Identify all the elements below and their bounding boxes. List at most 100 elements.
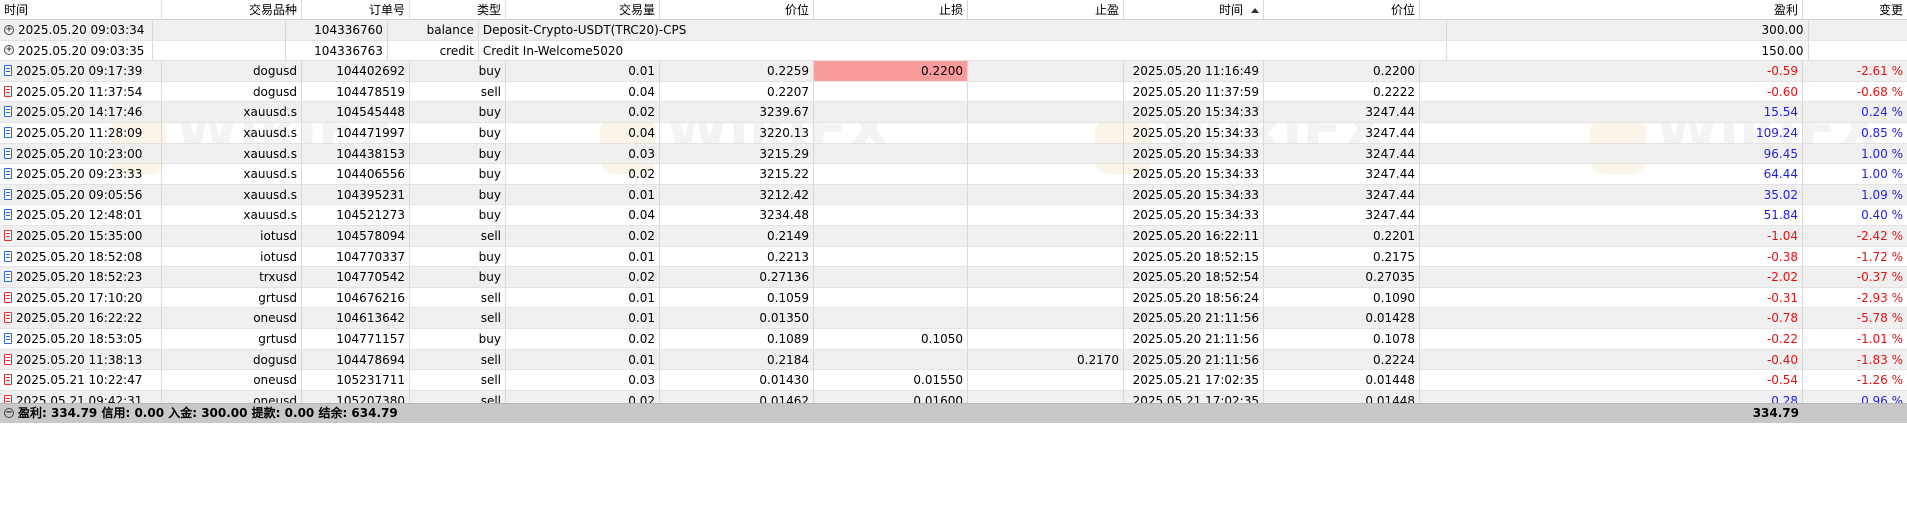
cell-type: buy (410, 143, 506, 164)
cell-volume: 0.01 (506, 308, 660, 328)
column-header-stop-loss[interactable]: 止损 (814, 0, 968, 19)
table-row[interactable]: 2025.05.20 09:17:39 dogusd 104402692 buy 0.0… (0, 61, 1907, 82)
table-row[interactable]: 2025.05.20 14:17:46 xauusd.s 104545448 buy 0… (0, 102, 1907, 123)
cell-symbol (153, 40, 286, 61)
cell-close-time: 2025.05.21 17:02:35 (1124, 370, 1264, 390)
cell-stop-loss (814, 246, 968, 267)
cell-stop-loss: 0.1050 (814, 328, 968, 349)
cell-type: sell (410, 308, 506, 328)
sell-document-icon (4, 85, 12, 97)
table-row[interactable]: 2025.05.21 10:22:47 oneusd 105231711 sell 0.… (0, 370, 1907, 391)
cell-close-time: 2025.05.20 18:56:24 (1124, 287, 1264, 308)
cell-close-price: 3247.44 (1264, 122, 1420, 143)
table-row[interactable]: 2025.05.20 11:38:13 dogusd 104478694 sell 0.… (0, 349, 1907, 371)
table-row[interactable]: 2025.05.20 09:23:33 xauusd.s 104406556 buy 0… (0, 164, 1907, 185)
cell-open-price: 0.2207 (660, 81, 814, 102)
cell-change: -5.78 % (1856, 311, 1903, 326)
cell-change (1809, 41, 1907, 61)
open-time-text: 2025.05.20 09:23:33 (16, 167, 143, 182)
cell-change: 1.09 % (1861, 187, 1903, 202)
column-header-order[interactable]: 订单号 (302, 0, 410, 19)
column-header-close-time[interactable]: 时间 (1124, 0, 1264, 19)
cell-symbol: oneusd (162, 308, 302, 328)
table-header: 时间 交易品种 订单号 类型 交易量 价位 止损 止盈 时间 价位 盈利 变更 (0, 0, 1907, 20)
cell-type: buy (410, 246, 506, 267)
cell-stop-loss (814, 164, 968, 184)
summary-bar: − 盈利: 334.79 信用: 0.00 入金: 300.00 提款: 0.00… (0, 403, 1907, 423)
cell-volume: 0.01 (506, 61, 660, 81)
table-row[interactable]: 2025.05.20 15:35:00 iotusd 104578094 sell 0.… (0, 225, 1907, 247)
buy-document-icon (4, 126, 12, 138)
cell-change: 0.24 % (1861, 105, 1903, 120)
cell-order: 104402692 (302, 61, 410, 81)
column-header-type[interactable]: 类型 (410, 0, 506, 19)
cell-open-time: +2025.05.20 09:03:34 (0, 20, 154, 40)
summary-label: 盈利: 334.79 信用: 0.00 入金: 300.00 提款: 0.00 … (18, 406, 398, 420)
cell-profit: 300.00 (1447, 20, 1809, 40)
column-header-volume[interactable]: 交易量 (506, 0, 660, 19)
table-row[interactable]: 2025.05.20 10:23:00 xauusd.s 104438153 buy 0… (0, 143, 1907, 165)
cell-order: 105231711 (302, 370, 410, 390)
table-row[interactable]: +2025.05.20 09:03:35 104336763 credit Credi… (0, 40, 1907, 62)
cell-close-price: 0.2222 (1264, 81, 1420, 102)
cell-stop-loss (814, 143, 968, 164)
cell-order: 104613642 (302, 308, 410, 328)
cell-open-time: 2025.05.20 09:23:33 (0, 164, 162, 184)
table-row[interactable]: 2025.05.20 11:37:54 dogusd 104478519 sell 0.… (0, 81, 1907, 103)
buy-document-icon (4, 209, 12, 221)
cell-change: -2.93 % (1856, 290, 1903, 305)
open-time-text: 2025.05.20 11:28:09 (16, 125, 143, 140)
cell-symbol: dogusd (162, 61, 302, 81)
summary-profit: 334.79 (1752, 406, 1799, 420)
column-header-change[interactable]: 变更 (1803, 0, 1907, 19)
cell-close-time: 2025.05.20 21:11:56 (1124, 328, 1264, 349)
cell-close-time: 2025.05.20 18:52:54 (1124, 267, 1264, 287)
table-row[interactable]: 2025.05.20 12:48:01 xauusd.s 104521273 buy 0… (0, 205, 1907, 226)
table-row[interactable]: 2025.05.20 18:52:23 trxusd 104770542 buy 0.0… (0, 267, 1907, 288)
cell-take-profit (968, 328, 1124, 349)
buy-document-icon (4, 188, 12, 200)
cell-stop-loss (814, 205, 968, 225)
column-header-open-price[interactable]: 价位 (660, 0, 814, 19)
cell-change: -1.72 % (1856, 249, 1903, 264)
table-row[interactable]: 2025.05.20 09:05:56 xauusd.s 104395231 buy 0… (0, 184, 1907, 206)
plus-circle-icon: + (4, 44, 14, 56)
cell-open-time: 2025.05.20 16:22:22 (0, 308, 162, 328)
empty-area (0, 423, 1907, 522)
cell-order: 104336763 (286, 40, 388, 61)
table-row[interactable]: 2025.05.20 11:28:09 xauusd.s 104471997 buy 0… (0, 122, 1907, 144)
cell-symbol: oneusd (162, 370, 302, 390)
cell-open-time: 2025.05.21 10:22:47 (0, 370, 162, 390)
cell-close-price: 3247.44 (1264, 143, 1420, 164)
open-time-text: 2025.05.20 18:52:23 (16, 270, 143, 285)
table-row[interactable]: 2025.05.20 16:22:22 oneusd 104613642 sell 0.… (0, 308, 1907, 329)
cell-close-time: 2025.05.20 15:34:33 (1124, 122, 1264, 143)
cell-close-price: 0.2175 (1264, 246, 1420, 267)
table-row[interactable]: 2025.05.20 17:10:20 grtusd 104676216 sell 0.… (0, 287, 1907, 309)
cell-volume: 0.01 (506, 287, 660, 308)
cell-change: -0.68 % (1856, 84, 1903, 99)
cell-comment: Credit In-Welcome5020 (479, 40, 1448, 61)
column-header-profit[interactable]: 盈利 (1420, 0, 1803, 19)
column-header-close-price[interactable]: 价位 (1264, 0, 1420, 19)
open-time-text: 2025.05.20 17:10:20 (16, 290, 143, 305)
column-header-symbol[interactable]: 交易品种 (162, 0, 302, 19)
cell-symbol: dogusd (162, 81, 302, 102)
table-row[interactable]: +2025.05.20 09:03:34 104336760 balance Depo… (0, 20, 1907, 41)
table-row[interactable]: 2025.05.20 18:52:08 iotusd 104770337 buy 0.0… (0, 246, 1907, 268)
cell-profit: 35.02 (1420, 184, 1803, 205)
cell-profit: 51.84 (1420, 205, 1803, 225)
cell-close-time: 2025.05.20 15:34:33 (1124, 164, 1264, 184)
open-time-text: 2025.05.20 18:52:08 (16, 249, 143, 264)
cell-open-time: 2025.05.20 18:52:08 (0, 246, 162, 267)
sell-document-icon (4, 353, 12, 365)
open-time-text: 2025.05.21 10:22:47 (16, 373, 143, 388)
open-time-text: 2025.05.20 12:48:01 (16, 208, 143, 223)
table-row[interactable]: 2025.05.20 18:53:05 grtusd 104771157 buy 0.0… (0, 328, 1907, 350)
column-header-open-time[interactable]: 时间 (0, 0, 162, 19)
cell-close-price: 3247.44 (1264, 164, 1420, 184)
column-header-take-profit[interactable]: 止盈 (968, 0, 1124, 19)
cell-open-time: +2025.05.20 09:03:35 (0, 40, 154, 61)
cell-close-time: 2025.05.20 18:52:15 (1124, 246, 1264, 267)
cell-profit: 150.00 (1447, 40, 1809, 61)
